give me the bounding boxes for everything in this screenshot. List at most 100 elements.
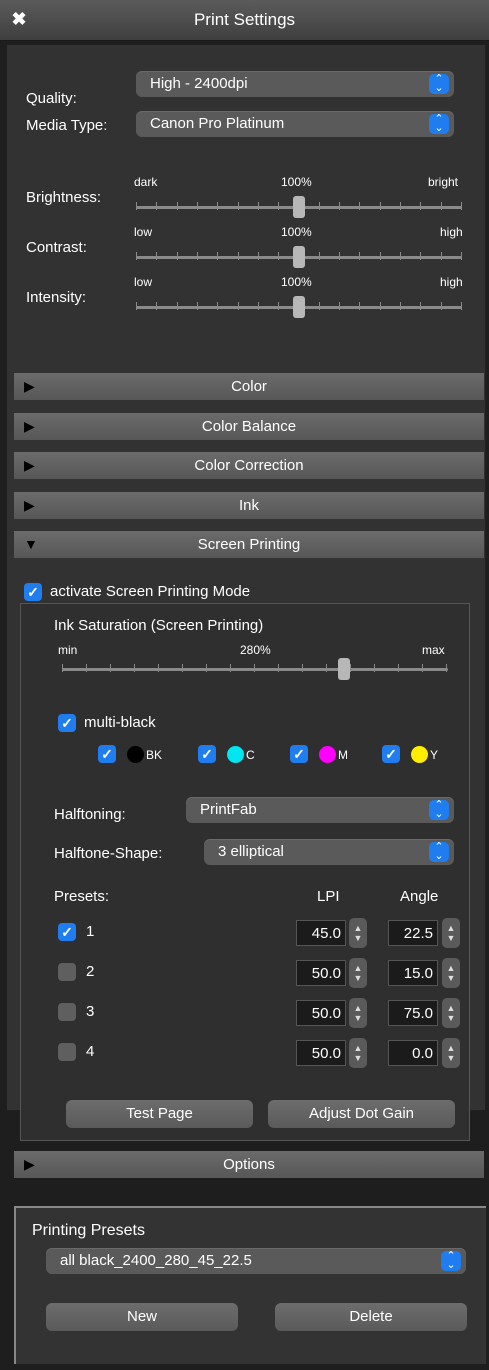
slider-tick [217, 252, 219, 260]
ink-color-dot [227, 746, 244, 763]
slider-thumb[interactable] [293, 246, 305, 268]
section-color[interactable]: ▶ Color [14, 373, 484, 400]
slider-tick [422, 664, 423, 672]
slider-tick [398, 664, 399, 672]
quality-select[interactable]: High - 2400dpi ⌃ ⌄ [136, 71, 454, 97]
angle-stepper-icon[interactable]: ▲ ▼ [442, 998, 460, 1028]
slider-thumb[interactable] [293, 196, 305, 218]
activate-screen-printing-checkbox[interactable]: ✓ [24, 583, 42, 601]
ink-saturation-title: Ink Saturation (Screen Printing) [54, 617, 264, 634]
ink-checkbox-c[interactable]: ✓ [198, 745, 216, 763]
preset-number: 4 [86, 1043, 95, 1060]
slider-tick [257, 252, 259, 260]
ink-label: M [338, 748, 348, 762]
slider-tick [176, 302, 178, 310]
angle-stepper-icon[interactable]: ▲ ▼ [442, 918, 460, 948]
halftone-shape-label: Halftone-Shape: [54, 845, 163, 862]
slider-tick [254, 664, 255, 672]
slider-tick [399, 202, 401, 210]
lpi-field[interactable]: 50.0 [296, 960, 346, 986]
halftoning-select[interactable]: PrintFab ⌃ ⌄ [186, 797, 454, 823]
slider-tick [339, 202, 340, 210]
slider-min-label: dark [134, 175, 158, 189]
slider-tick [460, 202, 462, 210]
slider-tick [217, 202, 219, 210]
angle-stepper-icon[interactable]: ▲ ▼ [442, 958, 460, 988]
angle-field[interactable]: 15.0 [388, 960, 438, 986]
lpi-field[interactable]: 45.0 [296, 920, 346, 946]
halftone-shape-select[interactable]: 3 elliptical ⌃ ⌄ [204, 839, 454, 865]
lpi-stepper-icon[interactable]: ▲ ▼ [349, 998, 367, 1028]
slider-tick [440, 202, 442, 210]
slider-label: Brightness: [26, 189, 102, 206]
ink-checkbox-m[interactable]: ✓ [290, 745, 308, 763]
lpi-field[interactable]: 50.0 [296, 1000, 346, 1026]
chevron-updown-icon: ⌃ ⌄ [429, 800, 449, 820]
ink-saturation-thumb[interactable] [337, 658, 350, 680]
slider-tick [237, 252, 239, 260]
section-screen-printing[interactable]: ▼ Screen Printing [14, 531, 484, 558]
angle-stepper-icon[interactable]: ▲ ▼ [442, 1038, 460, 1068]
angle-field[interactable]: 22.5 [388, 920, 438, 946]
media-type-select[interactable]: Canon Pro Platinum ⌃ ⌄ [136, 111, 454, 137]
multi-black-checkbox[interactable]: ✓ [58, 714, 76, 732]
ink-color-dot [411, 746, 428, 763]
adjust-dot-gain-button[interactable]: Adjust Dot Gain [268, 1100, 455, 1128]
ink-saturation-track[interactable] [62, 668, 448, 671]
slider-mid-label: 100% [281, 175, 312, 189]
angle-field[interactable]: 0.0 [388, 1040, 438, 1066]
slider-tick [399, 252, 401, 260]
angle-field[interactable]: 75.0 [388, 1000, 438, 1026]
lpi-stepper-icon[interactable]: ▲ ▼ [349, 1038, 367, 1068]
ink-label: BK [146, 748, 163, 762]
slider-tick [374, 664, 375, 672]
slider-tick [420, 252, 422, 260]
ink-label: C [246, 748, 255, 762]
printing-presets-select[interactable]: all black_2400_280_45_22.5 ⌃ ⌄ [46, 1248, 466, 1274]
activate-screen-printing-label: activate Screen Printing Mode [50, 583, 251, 600]
preset-checkbox[interactable] [58, 1043, 76, 1061]
ink-saturation-mid: 280% [240, 643, 271, 657]
preset-checkbox[interactable] [58, 963, 76, 981]
preset-checkbox[interactable] [58, 1003, 76, 1021]
slider-tick [136, 202, 137, 210]
section-options[interactable]: ▶ Options [14, 1151, 484, 1178]
slider-tick [440, 302, 442, 310]
test-page-button[interactable]: Test Page [66, 1100, 253, 1128]
printing-presets-title: Printing Presets [32, 1222, 145, 1239]
slider-max-label: high [440, 275, 463, 289]
slider-tick [182, 664, 183, 672]
delete-preset-button[interactable]: Delete [275, 1303, 467, 1331]
lpi-stepper-icon[interactable]: ▲ ▼ [349, 958, 367, 988]
new-preset-button[interactable]: New [46, 1303, 238, 1331]
slider-thumb[interactable] [293, 296, 305, 318]
slider-tick [156, 302, 158, 310]
ink-checkbox-y[interactable]: ✓ [382, 745, 400, 763]
lpi-field[interactable]: 50.0 [296, 1040, 346, 1066]
slider-tick [237, 202, 239, 210]
preset-number: 3 [86, 1003, 95, 1020]
section-color-correction[interactable]: ▶ Color Correction [14, 452, 484, 479]
section-color-balance[interactable]: ▶ Color Balance [14, 413, 484, 440]
slider-tick [217, 302, 219, 310]
lpi-stepper-icon[interactable]: ▲ ▼ [349, 918, 367, 948]
slider-tick [230, 664, 231, 672]
ink-label: Y [430, 748, 439, 762]
ink-saturation-min: min [58, 643, 78, 657]
slider-tick [326, 664, 327, 672]
slider-min-label: low [134, 275, 153, 289]
slider-tick [420, 202, 422, 210]
ink-saturation-max: max [422, 643, 445, 657]
slider-tick [420, 302, 422, 310]
slider-tick [339, 252, 340, 260]
ink-checkbox-bk[interactable]: ✓ [98, 745, 116, 763]
chevron-updown-icon: ⌃ ⌄ [429, 114, 449, 134]
section-ink[interactable]: ▶ Ink [14, 492, 484, 519]
slider-tick [196, 252, 198, 260]
slider-tick [278, 252, 280, 260]
slider-tick [318, 252, 320, 260]
slider-tick [156, 252, 158, 260]
slider-tick [278, 202, 280, 210]
slider-tick [446, 664, 447, 672]
preset-checkbox[interactable]: ✓ [58, 923, 76, 941]
